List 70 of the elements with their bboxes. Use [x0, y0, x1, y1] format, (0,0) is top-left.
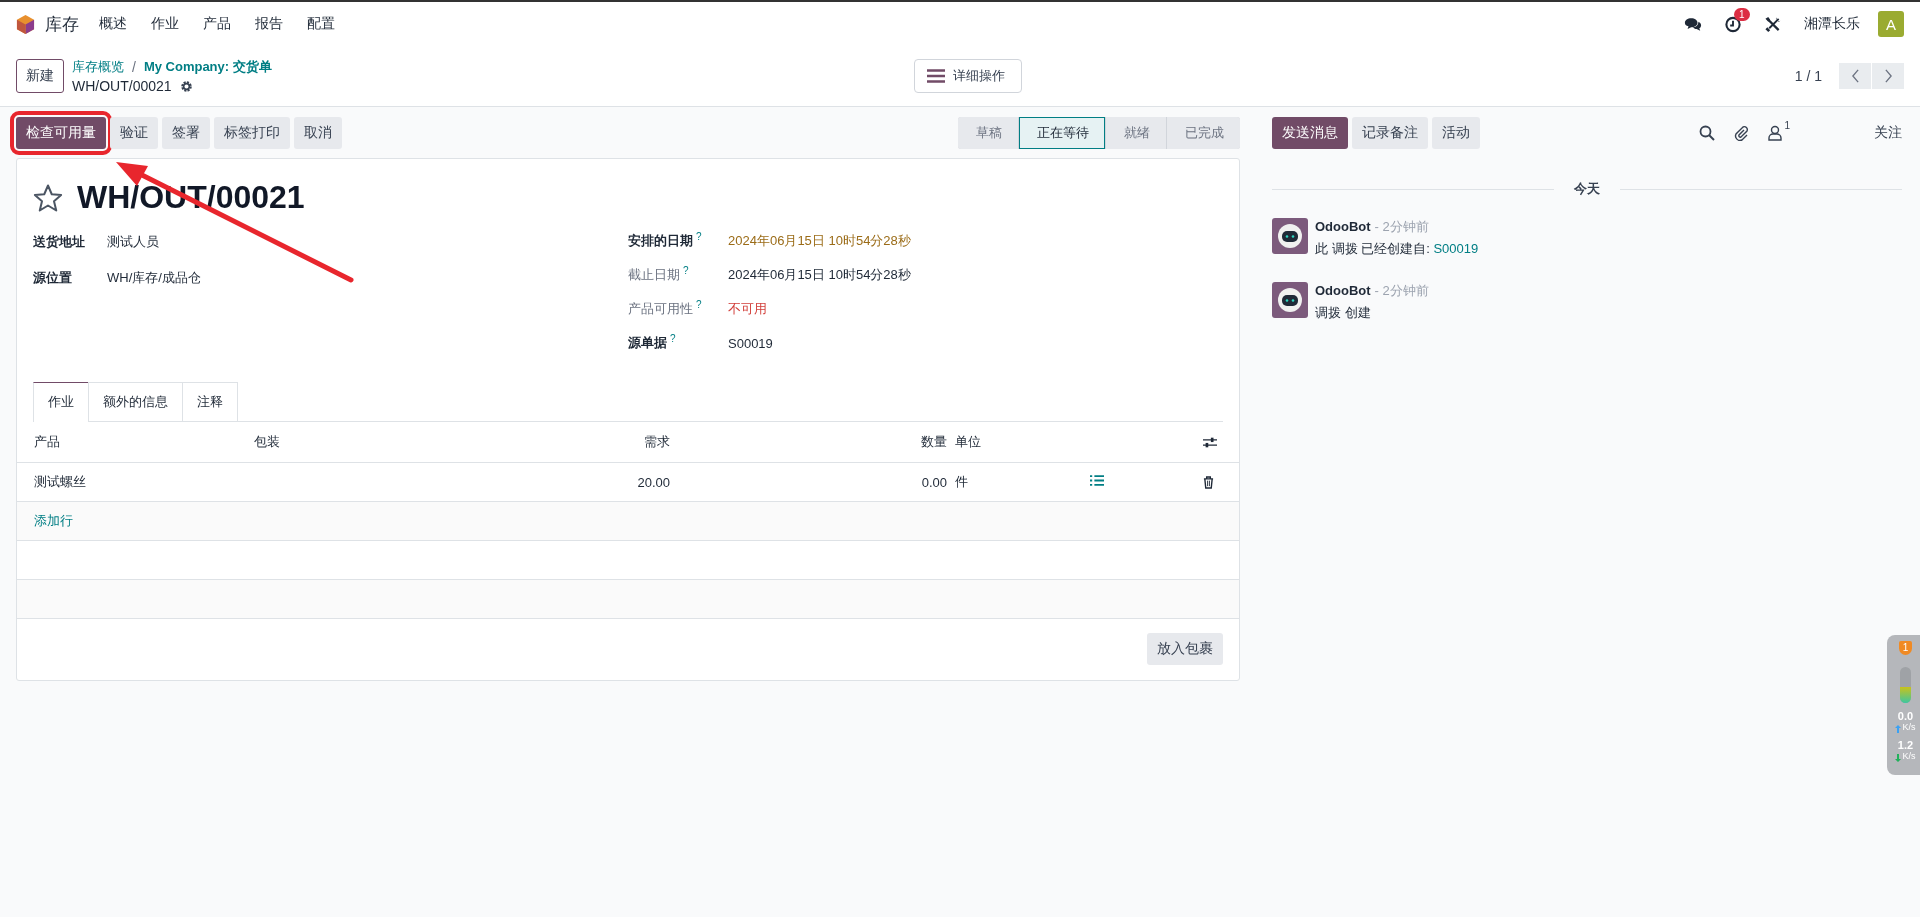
- help-mark[interactable]: ?: [670, 333, 676, 345]
- message-text: 此 调拨 已经创建自:: [1315, 241, 1431, 256]
- field-value[interactable]: 不可用: [728, 300, 767, 318]
- put-in-pack-button[interactable]: 放入包裹: [1147, 633, 1223, 665]
- field-value[interactable]: 2024年06月15日 10时54分28秒: [728, 266, 911, 284]
- field-value[interactable]: 测试人员: [107, 233, 159, 251]
- field-label: 送货地址: [33, 233, 86, 251]
- message-time: - 2分钟前: [1374, 219, 1429, 234]
- column-header[interactable]: 数量: [670, 433, 947, 451]
- record-name: WH/OUT/00021: [72, 78, 172, 94]
- column-header[interactable]: 产品: [34, 433, 254, 451]
- message-text: 调拨 创建: [1315, 305, 1371, 320]
- table-cell-text: 0.00: [920, 474, 947, 490]
- action-button[interactable]: 标签打印: [214, 117, 290, 149]
- company-name[interactable]: 湘潭长乐: [1804, 15, 1860, 33]
- download-speed: 1.2: [1897, 740, 1914, 751]
- menu-item[interactable]: 产品: [203, 15, 231, 33]
- tab[interactable]: 作业: [33, 382, 89, 422]
- field-label: 源单据: [628, 335, 667, 351]
- field-value[interactable]: WH/库存/成品仓: [107, 269, 201, 287]
- pager: 1 / 1: [1794, 68, 1822, 84]
- field-label: 源位置: [33, 269, 73, 287]
- follower-count: 1: [1784, 120, 1790, 131]
- activity-count-badge: 1: [1734, 7, 1750, 21]
- help-mark[interactable]: ?: [683, 265, 689, 277]
- field-value[interactable]: 2024年06月15日 10时54分28秒: [728, 232, 911, 250]
- breadcrumb-link[interactable]: My Company: 交货单: [143, 58, 272, 76]
- upload-unit: K/s: [1902, 722, 1916, 732]
- message-author[interactable]: OdooBot: [1315, 219, 1371, 234]
- field-label: 安排的日期: [628, 233, 693, 249]
- field-label: 截止日期: [628, 267, 680, 283]
- column-header[interactable]: 单位: [947, 433, 1090, 451]
- table-cell-text: 件: [954, 473, 969, 491]
- record-link[interactable]: S00019: [1433, 241, 1479, 256]
- chatter-button[interactable]: 记录备注: [1352, 117, 1428, 149]
- status-step[interactable]: 已完成: [1167, 117, 1240, 149]
- chatter-button[interactable]: 活动: [1432, 117, 1480, 149]
- field-label: 产品可用性: [628, 301, 693, 317]
- follow-link[interactable]: 关注: [1874, 124, 1902, 142]
- breadcrumb-separator: /: [132, 59, 136, 75]
- column-header[interactable]: 需求: [464, 433, 670, 451]
- column-header[interactable]: 包装: [254, 433, 464, 451]
- menu-item[interactable]: 作业: [151, 15, 179, 33]
- download-unit: K/s: [1902, 751, 1916, 761]
- shield-badge: 1: [1899, 641, 1912, 655]
- status-step[interactable]: 草稿: [958, 117, 1018, 149]
- action-button[interactable]: 取消: [294, 117, 342, 149]
- help-mark[interactable]: ?: [696, 231, 702, 243]
- help-mark[interactable]: ?: [696, 299, 702, 311]
- menu-item[interactable]: 报告: [255, 15, 283, 33]
- tab[interactable]: 注释: [182, 382, 238, 421]
- action-button[interactable]: 验证: [110, 117, 158, 149]
- menu-item[interactable]: 配置: [307, 15, 335, 33]
- date-divider: 今天: [1574, 180, 1600, 198]
- breadcrumb-link[interactable]: 库存概览: [72, 58, 124, 76]
- add-line-link[interactable]: 添加行: [34, 512, 73, 530]
- status-step[interactable]: 正在等待: [1019, 117, 1105, 149]
- message-author[interactable]: OdooBot: [1315, 283, 1371, 298]
- upload-speed: 0.0: [1897, 711, 1914, 722]
- chatter-button[interactable]: 发送消息: [1272, 117, 1348, 149]
- app-name[interactable]: 库存: [45, 12, 79, 36]
- action-button[interactable]: 签署: [162, 117, 210, 149]
- table-cell-text: 20.00: [636, 474, 670, 490]
- field-value[interactable]: S00019: [728, 335, 773, 351]
- menu-item[interactable]: 概述: [99, 15, 127, 33]
- actions-button[interactable]: 详细操作: [914, 59, 1023, 93]
- status-step[interactable]: 就绪: [1106, 117, 1166, 149]
- table-cell-text: 测试螺丝: [34, 473, 87, 491]
- message-time: - 2分钟前: [1374, 283, 1429, 298]
- new-button[interactable]: 新建: [16, 59, 64, 93]
